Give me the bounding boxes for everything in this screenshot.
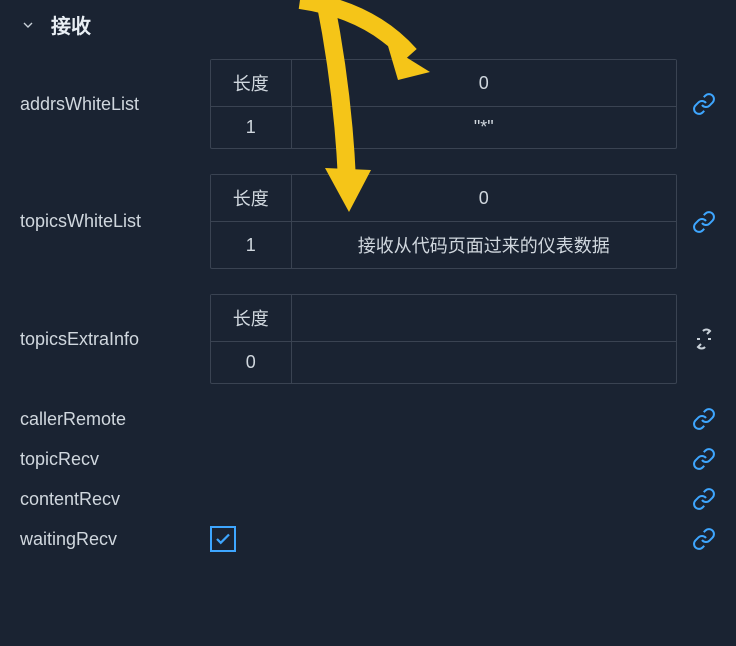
property-label: addrsWhiteList [20,94,210,115]
table-row-value[interactable]: 接收从代码页面过来的仪表数据 [291,222,676,269]
property-addrs-white-list: addrsWhiteList 长度 0 1 "*" [0,49,736,164]
property-value: 长度 0 [210,294,677,384]
property-label: topicsWhiteList [20,211,210,232]
check-icon [214,530,232,548]
table-topics-white-list[interactable]: 长度 0 1 接收从代码页面过来的仪表数据 [210,174,677,269]
property-label: callerRemote [20,409,210,430]
property-label: topicsExtraInfo [20,329,210,350]
property-caller-remote: callerRemote [0,399,736,439]
link-icon[interactable] [692,447,716,471]
link-icon[interactable] [692,407,716,431]
table-row-value[interactable]: "*" [291,107,676,149]
property-topics-extra-info: topicsExtraInfo 长度 0 [0,284,736,399]
chevron-down-icon [20,17,36,33]
section-title: 接收 [51,10,91,39]
property-value: 长度 0 1 接收从代码页面过来的仪表数据 [210,174,677,269]
link-icon[interactable] [692,210,716,234]
property-content-recv: contentRecv [0,479,736,519]
table-row-value[interactable] [291,342,676,384]
table-length-header: 长度 [211,295,291,342]
property-value [210,526,677,553]
table-length-value: 0 [211,342,291,384]
table-length-value: 1 [211,107,291,149]
link-icon[interactable] [692,92,716,116]
table-topics-extra-info[interactable]: 长度 0 [210,294,677,384]
table-length-value: 1 [211,222,291,269]
checkbox-waiting-recv[interactable] [210,526,236,552]
table-length-header: 长度 [211,175,291,222]
property-label: contentRecv [20,489,210,510]
section-header[interactable]: 接收 [0,0,736,49]
table-col-header: 0 [291,175,676,222]
table-col-header: 0 [291,60,676,107]
table-col-header [291,295,676,342]
property-label: waitingRecv [20,529,210,550]
link-icon[interactable] [692,487,716,511]
property-topics-white-list: topicsWhiteList 长度 0 1 接收从代码页面过来的仪表数据 [0,164,736,284]
property-waiting-recv: waitingRecv [0,519,736,559]
property-label: topicRecv [20,449,210,470]
table-length-header: 长度 [211,60,291,107]
table-addrs-white-list[interactable]: 长度 0 1 "*" [210,59,677,149]
property-topic-recv: topicRecv [0,439,736,479]
link-icon[interactable] [692,527,716,551]
unlink-icon[interactable] [692,327,716,351]
property-value: 长度 0 1 "*" [210,59,677,149]
